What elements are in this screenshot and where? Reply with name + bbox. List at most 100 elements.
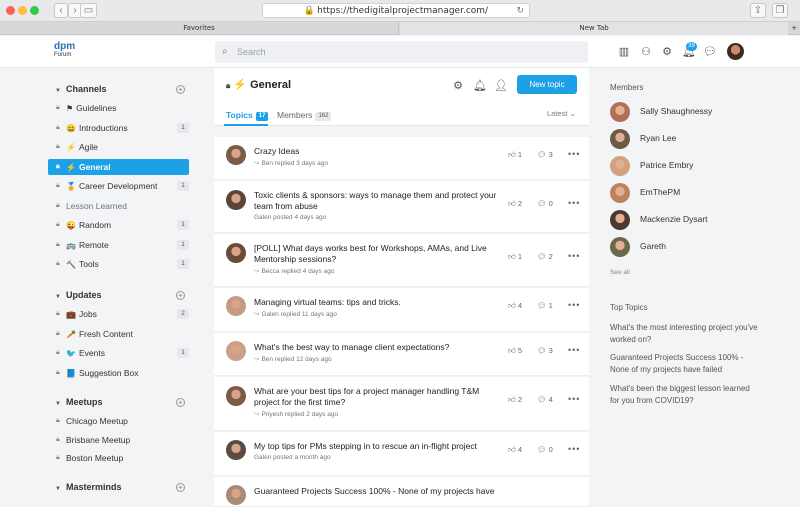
topic-row[interactable]: Managing virtual teams: tips and tricks.… bbox=[214, 288, 589, 332]
sidebar-item-suggestion-box[interactable]: 🔒︎ 📘 Suggestion Box bbox=[48, 365, 189, 381]
tabs-icon[interactable]: ❐ bbox=[772, 3, 788, 18]
topic-row[interactable]: What's the best way to manage client exp… bbox=[214, 333, 589, 376]
tab-topics[interactable]: Topics 17 bbox=[226, 110, 269, 121]
topic-title[interactable]: What are your best tips for a project ma… bbox=[254, 386, 506, 408]
add-update-channel-button[interactable]: + bbox=[176, 291, 185, 300]
sidebar-item-boston-meetup[interactable]: 🔒︎ Boston Meetup bbox=[48, 450, 189, 466]
comments-count[interactable]: 💬︎ 3 bbox=[537, 346, 553, 355]
top-topic-link[interactable]: What's been the biggest lesson learned f… bbox=[610, 383, 760, 407]
minimize-window-button[interactable] bbox=[18, 6, 27, 15]
avatar[interactable] bbox=[226, 243, 246, 263]
sidebar-item-introductions[interactable]: 🔒︎ 😄 Introductions 1 bbox=[48, 120, 189, 136]
avatar[interactable] bbox=[226, 341, 246, 361]
search-input[interactable]: ⌕ Search bbox=[215, 41, 588, 63]
sidebar-item-jobs[interactable]: 🔒︎ 💼 Jobs 2 bbox=[48, 306, 189, 322]
settings-icon[interactable]: ⚙ bbox=[660, 45, 674, 59]
sidebar-item-tools[interactable]: 🔒︎ 🔨 Tools 1 bbox=[48, 256, 189, 272]
sidebar-item-events[interactable]: 🔒︎ 🐦 Events 1 bbox=[48, 345, 189, 361]
comments-count[interactable]: 💬︎ 2 bbox=[537, 252, 553, 261]
member-item[interactable]: Ryan Lee bbox=[610, 129, 676, 149]
add-meetup-button[interactable]: + bbox=[176, 398, 185, 407]
topic-title[interactable]: Toxic clients & sponsors: ways to manage… bbox=[254, 190, 506, 212]
meetups-section-title[interactable]: Meetups bbox=[55, 397, 103, 407]
top-topic-link[interactable]: What's the most interesting project you'… bbox=[610, 322, 760, 346]
sidebar-item-random[interactable]: 🔒︎ 😜 Random 1 bbox=[48, 217, 189, 233]
bell-icon[interactable]: 🔔︎ bbox=[473, 79, 487, 93]
see-all-link[interactable]: See all bbox=[610, 269, 630, 276]
sidebar-item-general[interactable]: 🔒︎ ⚡ General bbox=[48, 158, 189, 175]
more-icon[interactable]: ••• bbox=[568, 300, 580, 310]
likes-count[interactable]: 👍︎ 1 bbox=[508, 150, 522, 160]
member-item[interactable]: Patrice Embry bbox=[610, 156, 693, 176]
comments-count[interactable]: 💬︎ 0 bbox=[537, 445, 553, 454]
likes-count[interactable]: 👍︎ 5 bbox=[508, 346, 522, 356]
topic-row[interactable]: What are your best tips for a project ma… bbox=[214, 377, 589, 431]
top-topic-link[interactable]: Guaranteed Projects Success 100% - None … bbox=[610, 352, 760, 376]
logo[interactable]: dpm Forum bbox=[54, 42, 75, 59]
topic-title[interactable]: Guaranteed Projects Success 100% - None … bbox=[254, 486, 506, 497]
member-item[interactable]: Mackenzie Dysart bbox=[610, 210, 708, 230]
avatar[interactable] bbox=[226, 386, 246, 406]
topic-row[interactable]: My top tips for PMs stepping in to rescu… bbox=[214, 432, 589, 476]
avatar[interactable] bbox=[226, 145, 246, 165]
tab-favorites[interactable]: Favorites bbox=[0, 22, 399, 35]
comments-count[interactable]: 💬︎ 3 bbox=[537, 150, 553, 159]
sidebar-item-career-development[interactable]: 🔒︎ 🏅 Career Development 1 bbox=[48, 178, 189, 194]
sort-dropdown[interactable]: Latest ⌄ bbox=[547, 109, 576, 118]
likes-count[interactable]: 👍︎ 4 bbox=[508, 301, 522, 311]
tab-members[interactable]: Members 162 bbox=[277, 110, 332, 121]
sidebar-item-brisbane-meetup[interactable]: 🔒︎ Brisbane Meetup bbox=[48, 432, 189, 448]
avatar[interactable] bbox=[226, 296, 246, 316]
chat-icon[interactable]: 💬︎ bbox=[703, 45, 717, 59]
close-window-button[interactable] bbox=[6, 6, 15, 15]
more-icon[interactable]: ••• bbox=[568, 149, 580, 159]
topic-title[interactable]: Crazy Ideas bbox=[254, 146, 506, 157]
sidebar-item-agile[interactable]: 🔒︎ ⚡ Agile bbox=[48, 139, 189, 155]
avatar[interactable] bbox=[226, 485, 246, 505]
topic-row[interactable]: Toxic clients & sponsors: ways to manage… bbox=[214, 181, 589, 233]
comments-count[interactable]: 💬︎ 1 bbox=[537, 301, 553, 310]
maximize-window-button[interactable] bbox=[30, 6, 39, 15]
member-item[interactable]: EmThePM bbox=[610, 183, 680, 203]
topic-row[interactable]: [POLL] What days works best for Workshop… bbox=[214, 234, 589, 287]
topic-row[interactable]: Crazy Ideas ↪ Ben replied 3 days ago 👍︎ 1 💬︎… bbox=[214, 137, 589, 180]
reload-icon[interactable]: ↻ bbox=[516, 4, 524, 18]
tab-new-tab[interactable]: New Tab bbox=[400, 22, 788, 35]
sidebar-item-fresh-content[interactable]: 🔒︎ 🥕 Fresh Content bbox=[48, 326, 189, 342]
sidebar-item-lesson-learned[interactable]: 🔒︎ Lesson Learned bbox=[48, 198, 189, 214]
topic-title[interactable]: Managing virtual teams: tips and tricks. bbox=[254, 297, 506, 308]
new-tab-button[interactable]: + bbox=[788, 22, 800, 35]
likes-count[interactable]: 👍︎ 2 bbox=[508, 199, 522, 209]
topic-row[interactable]: Guaranteed Projects Success 100% - None … bbox=[214, 477, 589, 507]
analytics-icon[interactable]: ▥ bbox=[617, 45, 631, 59]
share-icon[interactable]: ⇪ bbox=[750, 3, 766, 18]
add-channel-button[interactable]: + bbox=[176, 85, 185, 94]
comments-count[interactable]: 💬︎ 0 bbox=[537, 199, 553, 208]
more-icon[interactable]: ••• bbox=[568, 345, 580, 355]
updates-section-title[interactable]: Updates bbox=[55, 290, 102, 300]
sidebar-item-guidelines[interactable]: 🔒︎ ⚑ Guidelines bbox=[48, 100, 189, 116]
avatar[interactable] bbox=[727, 43, 744, 60]
members-icon[interactable]: ⚇ bbox=[639, 45, 653, 59]
member-item[interactable]: Gareth bbox=[610, 237, 666, 257]
channels-section-title[interactable]: Channels bbox=[55, 84, 107, 94]
likes-count[interactable]: 👍︎ 4 bbox=[508, 445, 522, 455]
topic-title[interactable]: What's the best way to manage client exp… bbox=[254, 342, 506, 353]
avatar[interactable] bbox=[226, 190, 246, 210]
likes-count[interactable]: 👍︎ 2 bbox=[508, 395, 522, 405]
sidebar-item-chicago-meetup[interactable]: 🔒︎ Chicago Meetup bbox=[48, 413, 189, 429]
topic-title[interactable]: My top tips for PMs stepping in to rescu… bbox=[254, 441, 506, 452]
more-icon[interactable]: ••• bbox=[568, 394, 580, 404]
topic-title[interactable]: [POLL] What days works best for Workshop… bbox=[254, 243, 506, 265]
back-button[interactable]: ‹ bbox=[54, 3, 68, 18]
member-item[interactable]: Sally Shaughnessy bbox=[610, 102, 712, 122]
new-topic-button[interactable]: New topic bbox=[517, 75, 577, 94]
more-icon[interactable]: ••• bbox=[568, 198, 580, 208]
comments-count[interactable]: 💬︎ 4 bbox=[537, 395, 553, 404]
avatar[interactable] bbox=[226, 440, 246, 460]
sidebar-toggle-icon[interactable]: ▭ bbox=[80, 3, 97, 18]
user-icon[interactable]: 👤︎ bbox=[494, 79, 508, 93]
more-icon[interactable]: ••• bbox=[568, 251, 580, 261]
sidebar-item-remote[interactable]: 🔒︎ 🚌 Remote 1 bbox=[48, 237, 189, 253]
likes-count[interactable]: 👍︎ 1 bbox=[508, 252, 522, 262]
